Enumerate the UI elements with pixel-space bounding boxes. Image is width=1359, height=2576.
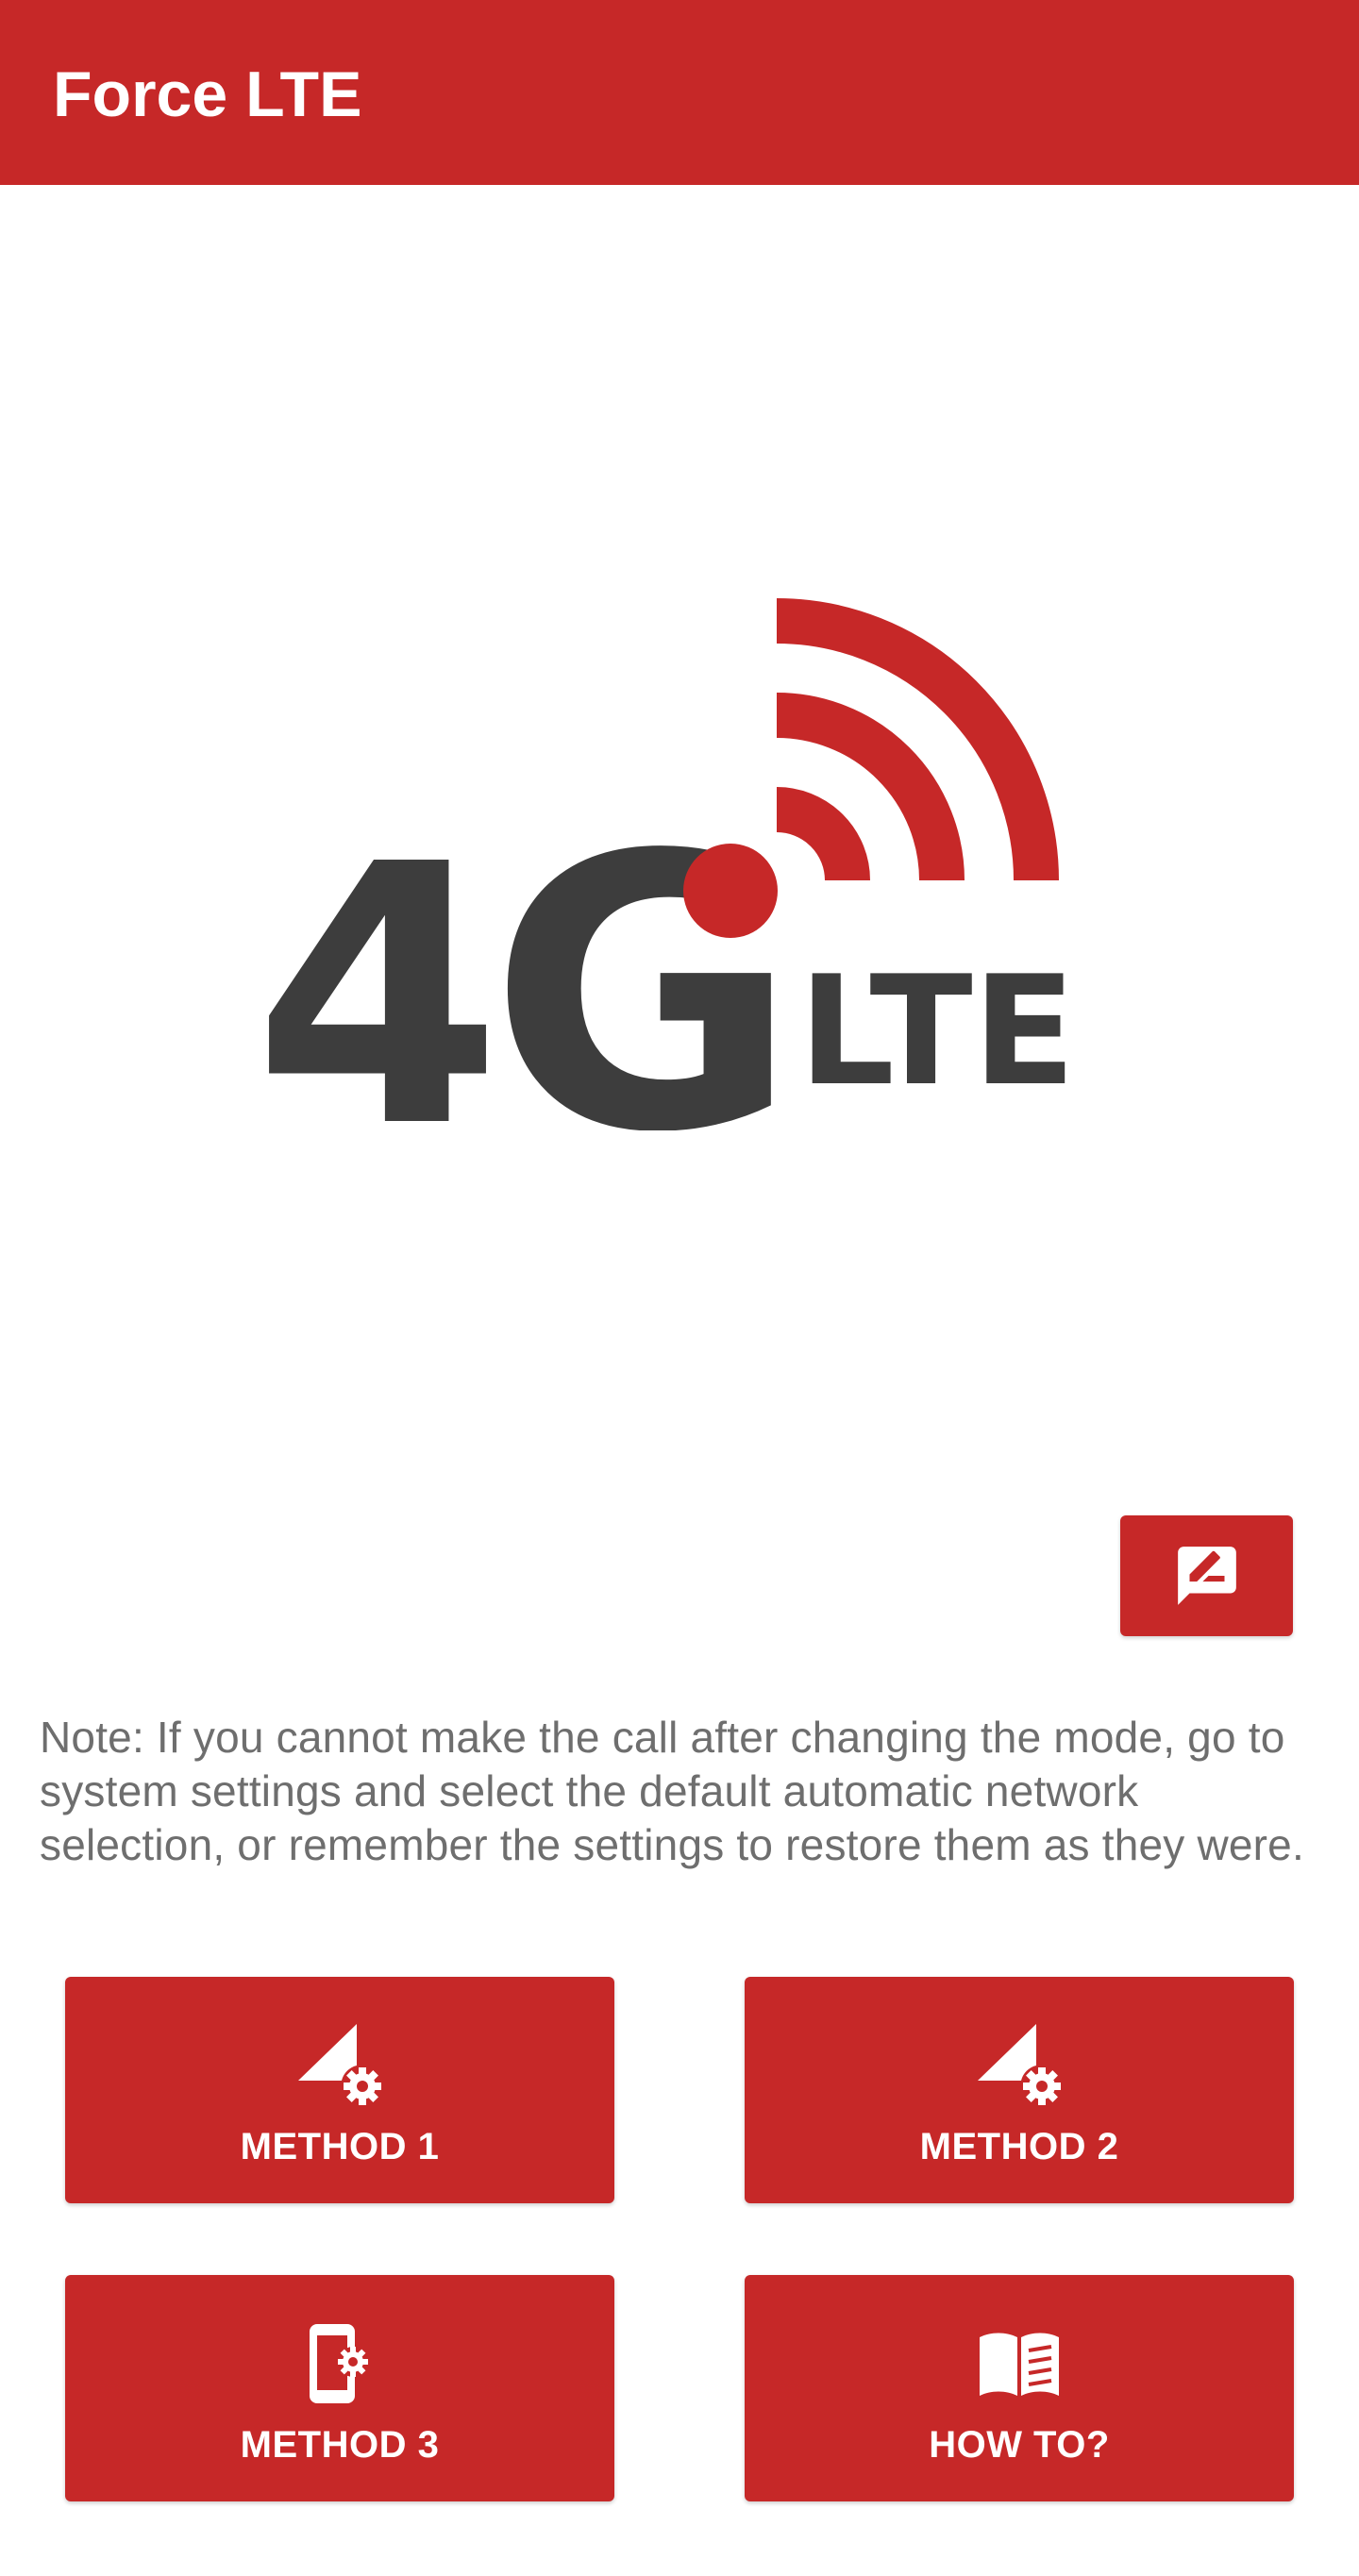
svg-text:LTE: LTE xyxy=(798,943,1076,1119)
app-bar: Force LTE xyxy=(0,0,1359,185)
note-text: Note: If you cannot make the call after … xyxy=(40,1713,1304,1869)
svg-text:4: 4 xyxy=(253,788,502,1130)
method-3-label: METHOD 3 xyxy=(240,2424,440,2466)
network-settings-icon xyxy=(974,2020,1065,2111)
method-1-button[interactable]: METHOD 1 xyxy=(65,1977,614,2203)
network-settings-icon xyxy=(294,2020,385,2111)
4g-lte-logo: 4 G LTE xyxy=(253,574,1097,1130)
app-title: Force LTE xyxy=(53,59,362,130)
rate-review-icon xyxy=(1171,1541,1243,1611)
phone-settings-icon xyxy=(294,2318,385,2409)
method-2-label: METHOD 2 xyxy=(919,2126,1119,2167)
how-to-button[interactable]: HOW TO? xyxy=(745,2275,1294,2501)
feedback-button[interactable] xyxy=(1120,1515,1293,1636)
how-to-label: HOW TO? xyxy=(929,2424,1110,2466)
method-2-button[interactable]: METHOD 2 xyxy=(745,1977,1294,2203)
book-icon xyxy=(974,2318,1065,2409)
method-1-label: METHOD 1 xyxy=(240,2126,440,2167)
method-3-button[interactable]: METHOD 3 xyxy=(65,2275,614,2501)
svg-text:G: G xyxy=(489,777,798,1130)
